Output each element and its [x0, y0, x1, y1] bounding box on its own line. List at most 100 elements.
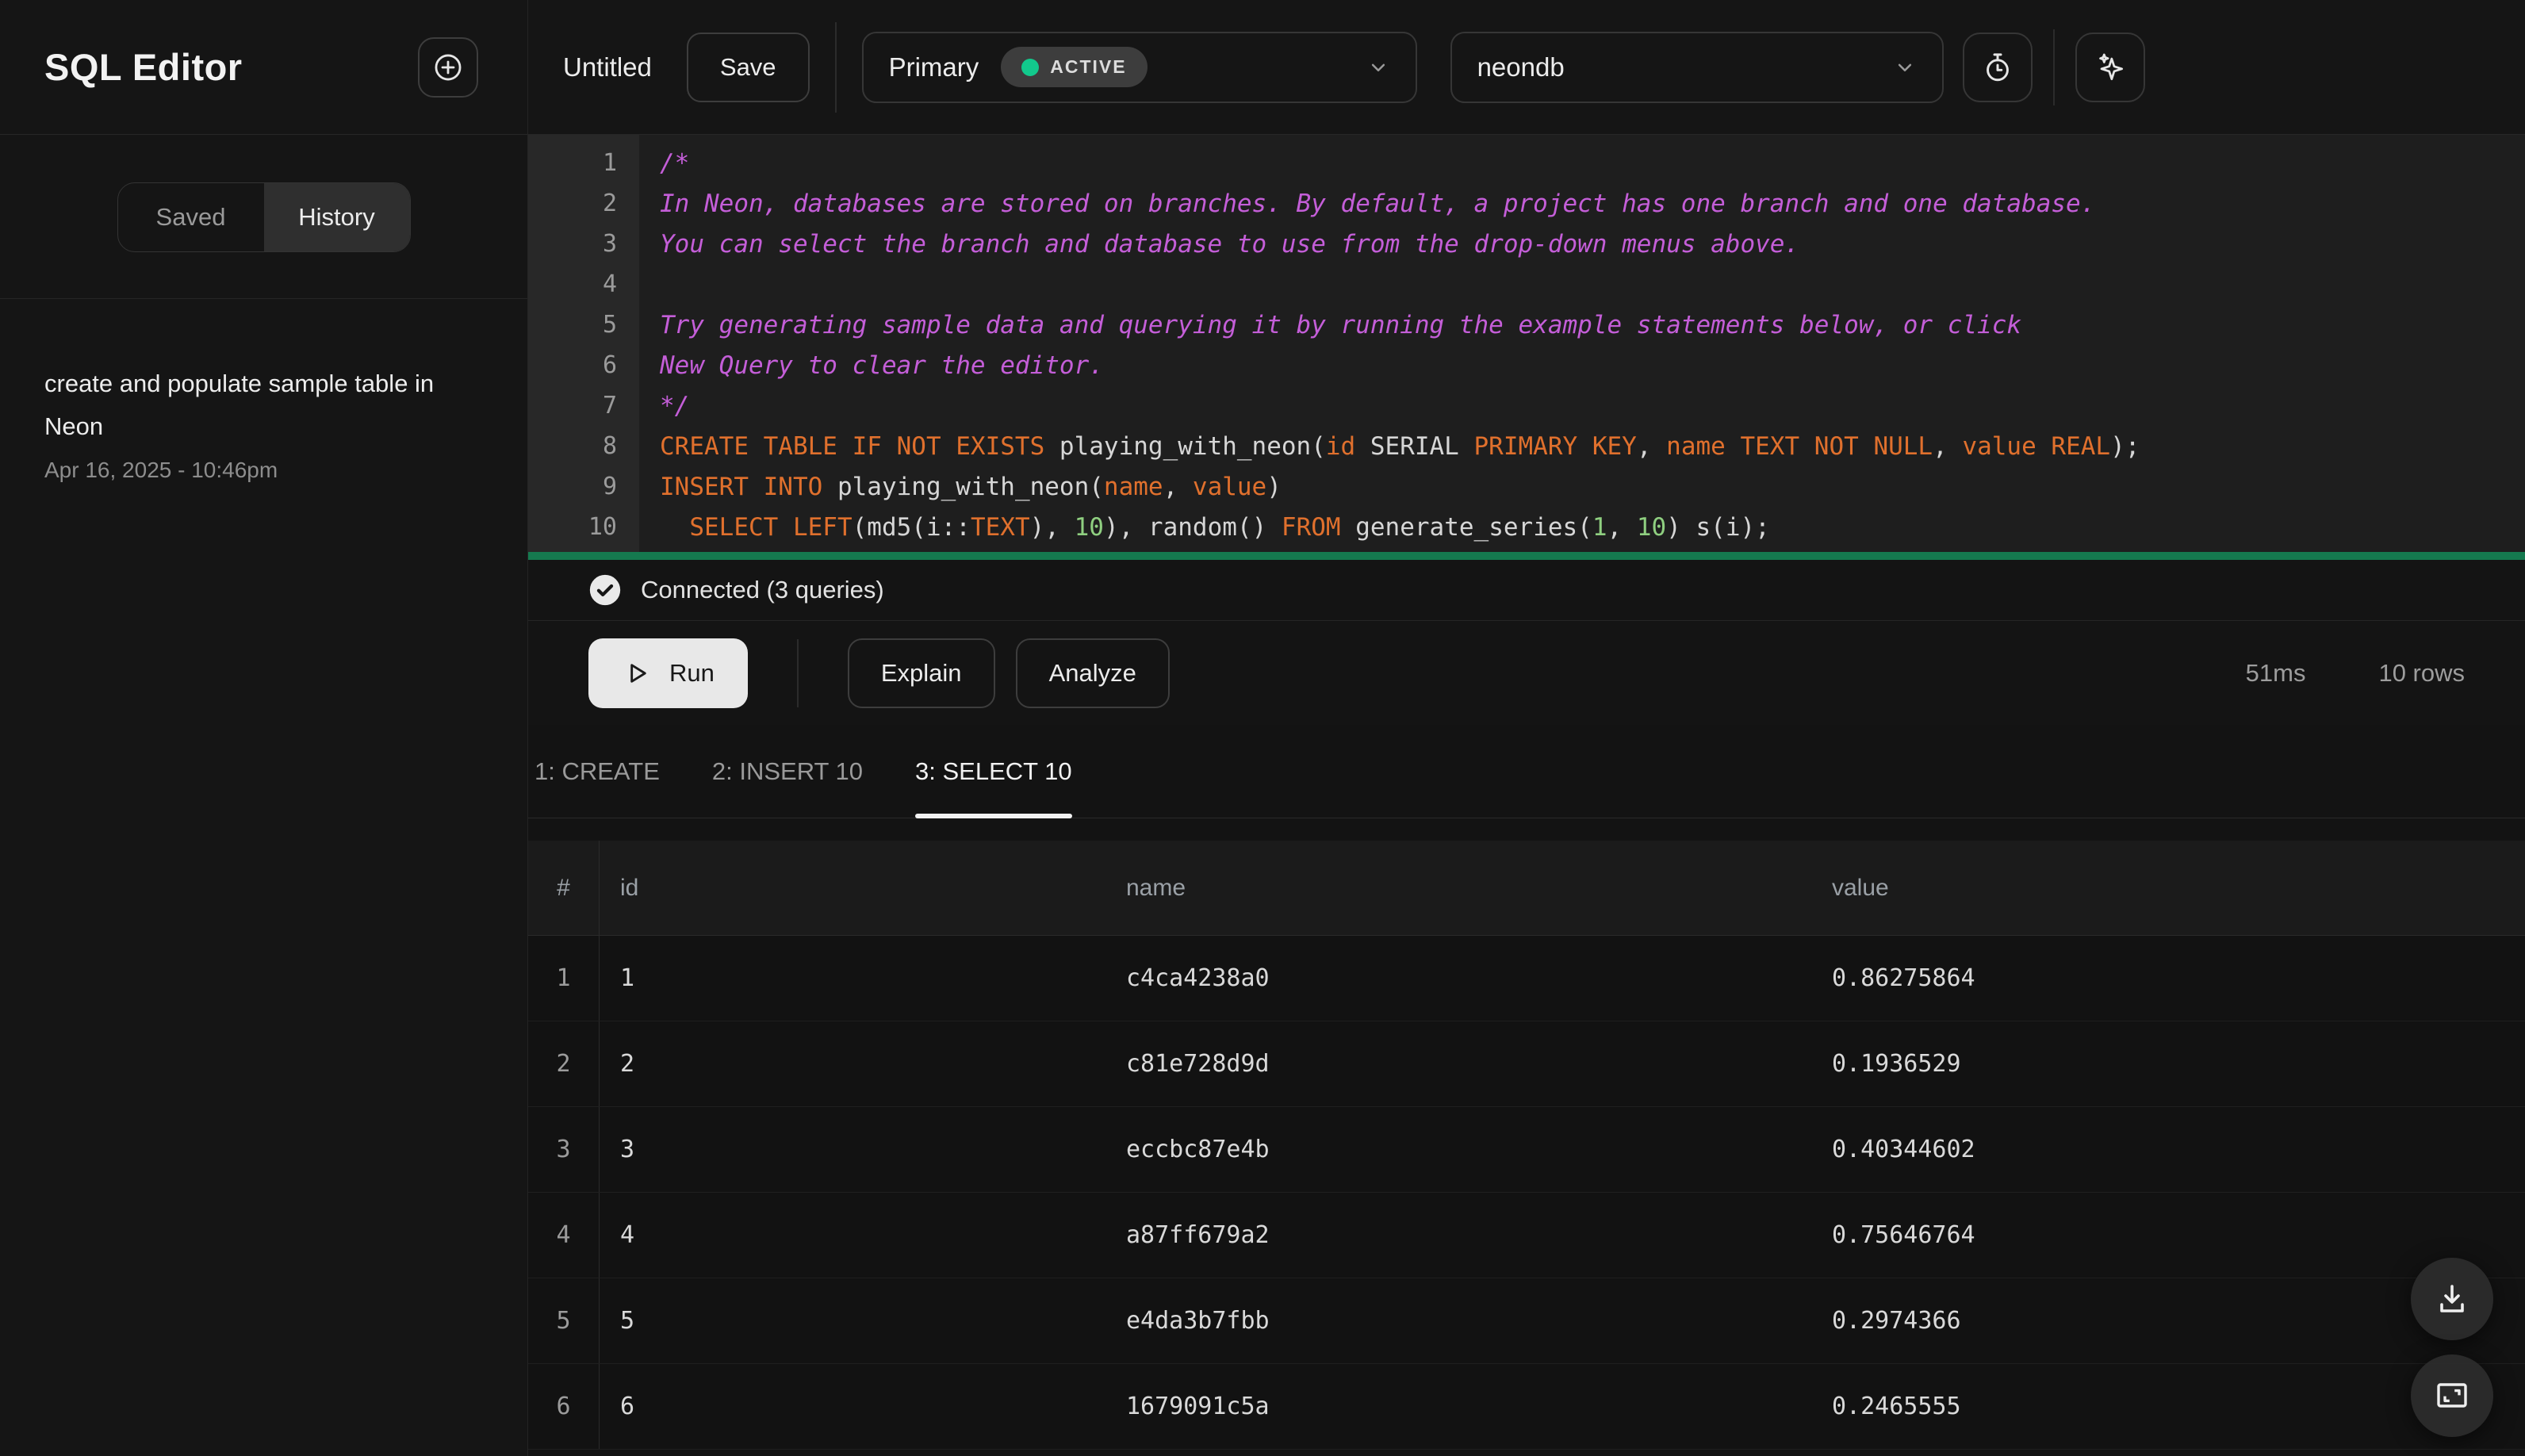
actions-row: Run Explain Analyze 51ms 10 rows — [528, 620, 2525, 725]
name-cell: e4da3b7fbb — [1126, 1307, 1270, 1335]
code-line: 6 New Query to clear the editor. — [528, 345, 2525, 385]
table-row[interactable]: 2 2 c81e728d9d 0.1936529 — [528, 1021, 2525, 1107]
line-number: 10 — [588, 513, 617, 541]
analyze-button[interactable]: Analyze — [1015, 638, 1170, 708]
new-query-button[interactable] — [418, 36, 478, 98]
sidebar-header: SQL Editor — [0, 0, 527, 135]
connection-status-text: Connected (3 queries) — [641, 576, 884, 603]
check-circle-icon — [589, 574, 621, 606]
query-title: Untitled — [563, 52, 652, 82]
line-number: 8 — [602, 432, 617, 460]
query-duration: 51ms — [2245, 658, 2306, 687]
download-results-button[interactable] — [2411, 1258, 2493, 1340]
code-line: 3 You can select the branch and database … — [528, 224, 2525, 264]
line-number: 1 — [602, 149, 617, 177]
results-table: # id name value 1 1 c4ca4238a0 0.86275864 2 2… — [528, 841, 2525, 1456]
query-history-button[interactable] — [1962, 32, 2033, 102]
code-line: 7 */ — [528, 385, 2525, 426]
line-number: 3 — [602, 230, 617, 258]
run-button[interactable]: Run — [588, 638, 748, 708]
history-list: create and populate sample table in Neon… — [0, 299, 527, 546]
name-cell: c4ca4238a0 — [1126, 964, 1270, 992]
sidebar-tab-saved[interactable]: Saved — [118, 183, 264, 251]
expand-results-button[interactable] — [2411, 1354, 2493, 1437]
branch-status-label: ACTIVE — [1050, 56, 1127, 77]
column-header-index: # — [528, 841, 600, 935]
code-text: Try generating sample data and querying … — [660, 310, 2022, 339]
line-number: 6 — [602, 351, 617, 379]
sidebar-tab-history[interactable]: History — [263, 183, 410, 251]
line-number: 7 — [602, 392, 617, 420]
result-tab-1-create[interactable]: 1: CREATE — [535, 725, 660, 818]
connection-status-row: Connected (3 queries) — [528, 560, 2525, 620]
main-panel: Untitled Save Primary ACTIVE neondb 1 /*… — [528, 0, 2525, 1456]
query-row-count: 10 rows — [2378, 658, 2465, 687]
history-item-title: create and populate sample table in Neon — [44, 370, 435, 440]
code-text: INSERT INTO playing_with_neon(name, valu… — [660, 472, 1282, 501]
plus-circle-icon — [435, 54, 462, 80]
name-cell: a87ff679a2 — [1126, 1221, 1270, 1249]
explain-button[interactable]: Explain — [847, 638, 995, 708]
chevron-down-icon — [1898, 63, 1911, 71]
history-item[interactable]: create and populate sample table in Neon… — [44, 362, 483, 483]
saved-history-toggle: Saved History — [117, 182, 411, 252]
expand-icon — [2437, 1383, 2467, 1408]
result-tab-2-insert-10[interactable]: 2: INSERT 10 — [712, 725, 863, 818]
code-text: You can select the branch and database t… — [660, 229, 1800, 259]
branch-select[interactable]: Primary ACTIVE — [861, 31, 1417, 103]
result-tab-3-select-10[interactable]: 3: SELECT 10 — [915, 725, 1072, 818]
id-cell: 6 — [620, 1393, 635, 1420]
database-select[interactable]: neondb — [1450, 31, 1944, 103]
sidebar: SQL Editor Saved History create and popul… — [0, 0, 528, 1456]
sql-editor-app: SQL Editor Saved History create and popul… — [0, 0, 2525, 1456]
column-header-id: id — [620, 874, 639, 901]
table-row[interactable]: 1 1 c4ca4238a0 0.86275864 — [528, 936, 2525, 1021]
topbar-divider — [2052, 29, 2055, 105]
table-row[interactable]: 3 3 eccbc87e4b 0.40344602 — [528, 1107, 2525, 1193]
line-number: 2 — [602, 190, 617, 217]
line-number: 5 — [602, 311, 617, 339]
table-row[interactable]: 4 4 a87ff679a2 0.75646764 — [528, 1193, 2525, 1278]
stopwatch-icon — [1986, 52, 2009, 81]
code-line: 4 — [528, 264, 2525, 305]
ai-assist-button[interactable] — [2075, 32, 2145, 102]
code-text: SELECT LEFT(md5(i::TEXT), 10), random() … — [689, 512, 1770, 542]
results-table-body: 1 1 c4ca4238a0 0.86275864 2 2 c81e728d9d 0.1936… — [528, 936, 2525, 1450]
name-cell: eccbc87e4b — [1126, 1136, 1270, 1163]
id-cell: 3 — [620, 1136, 635, 1163]
line-number: 4 — [602, 270, 617, 298]
name-cell: c81e728d9d — [1126, 1050, 1270, 1078]
history-item-date: Apr 16, 2025 - 10:46pm — [44, 458, 278, 482]
code-line: 5 Try generating sample data and querying… — [528, 305, 2525, 345]
actions-divider — [796, 638, 799, 707]
branch-name: Primary — [888, 52, 979, 82]
column-header-value: value — [1832, 874, 1889, 901]
save-button[interactable]: Save — [686, 32, 810, 102]
chevron-down-icon — [1371, 63, 1385, 71]
code-text: /* — [660, 148, 690, 178]
table-row[interactable]: 6 6 1679091c5a 0.2465555 — [528, 1364, 2525, 1450]
download-icon — [2440, 1285, 2464, 1312]
name-cell: 1679091c5a — [1126, 1393, 1270, 1420]
id-cell: 2 — [620, 1050, 635, 1078]
page-title: SQL Editor — [44, 46, 243, 88]
row-index-cell: 6 — [528, 1364, 600, 1449]
code-text: */ — [660, 391, 690, 420]
line-number: 9 — [602, 473, 617, 500]
result-tabs: 1: CREATE 2: INSERT 10 3: SELECT 10 — [528, 725, 2525, 818]
row-index-cell: 5 — [528, 1278, 600, 1363]
table-row[interactable]: 5 5 e4da3b7fbb 0.2974366 — [528, 1278, 2525, 1364]
row-index-cell: 2 — [528, 1021, 600, 1106]
status-dot-icon — [1021, 58, 1040, 76]
value-cell: 0.40344602 — [1832, 1136, 1975, 1163]
code-text: CREATE TABLE IF NOT EXISTS playing_with_… — [660, 431, 2140, 461]
topbar-divider — [834, 21, 837, 113]
play-icon — [630, 663, 646, 683]
code-text: In Neon, databases are stored on branche… — [660, 189, 2096, 218]
sql-code-editor[interactable]: 1 /* 2 In Neon, databases are stored on bra… — [528, 135, 2525, 552]
column-header-name: name — [1126, 874, 1186, 901]
results-table-header: # id name value — [528, 841, 2525, 936]
code-line: 1 /* — [528, 143, 2525, 183]
code-line: 10 SELECT LEFT(md5(i::TEXT), 10), random… — [528, 507, 2525, 547]
id-cell: 1 — [620, 964, 635, 992]
